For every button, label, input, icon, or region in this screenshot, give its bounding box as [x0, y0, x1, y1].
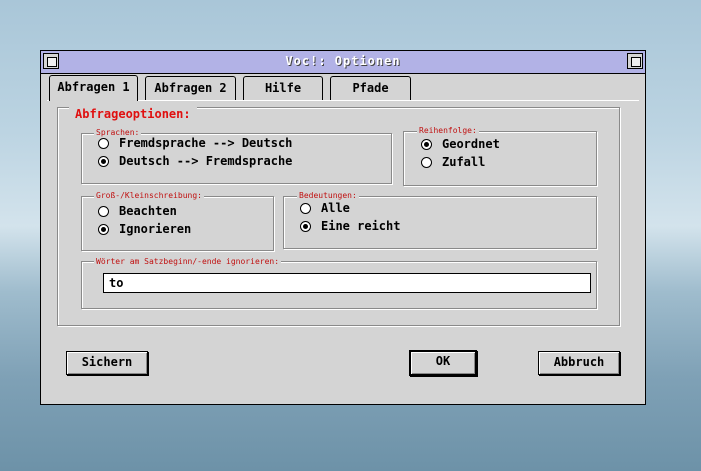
cancel-button-label: Abbruch [553, 355, 605, 369]
radio-geordnet[interactable]: Geordnet [421, 136, 500, 152]
window-title: Voc!: Optionen [285, 54, 401, 68]
radio-label: Geordnet [442, 137, 500, 151]
radio-label: Zufall [442, 155, 486, 169]
ok-button[interactable]: OK [409, 350, 477, 376]
tab-label: Pfade [352, 81, 389, 95]
schreibung-group-title: Groß-/Kleinschreibung: [94, 191, 204, 201]
radio-alle[interactable]: Alle [300, 200, 350, 216]
tab-label: Abfragen 1 [57, 80, 130, 94]
radio-unselected-icon [421, 157, 432, 168]
radio-unselected-icon [300, 203, 311, 214]
radio-ignorieren[interactable]: Ignorieren [98, 221, 191, 237]
radio-label: Fremdsprache --> Deutsch [119, 136, 293, 150]
ignore-words-group-title: Wörter am Satzbeginn/-ende ignorieren: [94, 257, 282, 267]
radio-fremdsprache-deutsch[interactable]: Fremdsprache --> Deutsch [98, 135, 292, 151]
tab-label: Abfragen 2 [154, 81, 227, 95]
radio-eine-reicht[interactable]: Eine reicht [300, 218, 400, 234]
panel-title: Abfrageoptionen: [69, 107, 197, 121]
radio-label: Alle [321, 201, 350, 215]
radio-selected-icon [98, 156, 109, 167]
save-button[interactable]: Sichern [66, 351, 148, 375]
cancel-button[interactable]: Abbruch [538, 351, 620, 375]
reihenfolge-group-title: Reihenfolge: [417, 126, 479, 136]
radio-label: Beachten [119, 204, 177, 218]
radio-label: Ignorieren [119, 222, 192, 236]
radio-unselected-icon [98, 206, 109, 217]
tab-pfade[interactable]: Pfade [330, 76, 411, 100]
tab-hilfe[interactable]: Hilfe [243, 76, 323, 100]
radio-selected-icon [300, 221, 311, 232]
radio-label: Eine reicht [321, 219, 401, 233]
title-bar[interactable]: Voc!: Optionen [41, 51, 645, 74]
radio-unselected-icon [98, 138, 109, 149]
radio-zufall[interactable]: Zufall [421, 154, 485, 170]
tab-abfragen-2[interactable]: Abfragen 2 [145, 76, 236, 100]
radio-beachten[interactable]: Beachten [98, 203, 177, 219]
ignore-words-input[interactable]: to [103, 273, 591, 293]
radio-selected-icon [98, 224, 109, 235]
radio-selected-icon [421, 139, 432, 150]
tab-label: Hilfe [264, 81, 302, 95]
save-button-label: Sichern [81, 355, 133, 369]
radio-deutsch-fremdsprache[interactable]: Deutsch --> Fremdsprache [98, 153, 292, 169]
tab-abfragen-1[interactable]: Abfragen 1 [49, 75, 138, 101]
options-window: Voc!: Optionen Abfragen 1 Abfragen 2 Hil… [40, 50, 646, 405]
ok-button-label: OK [435, 354, 451, 368]
depth-gadget-icon[interactable] [627, 53, 643, 69]
radio-label: Deutsch --> Fremdsprache [119, 154, 293, 168]
